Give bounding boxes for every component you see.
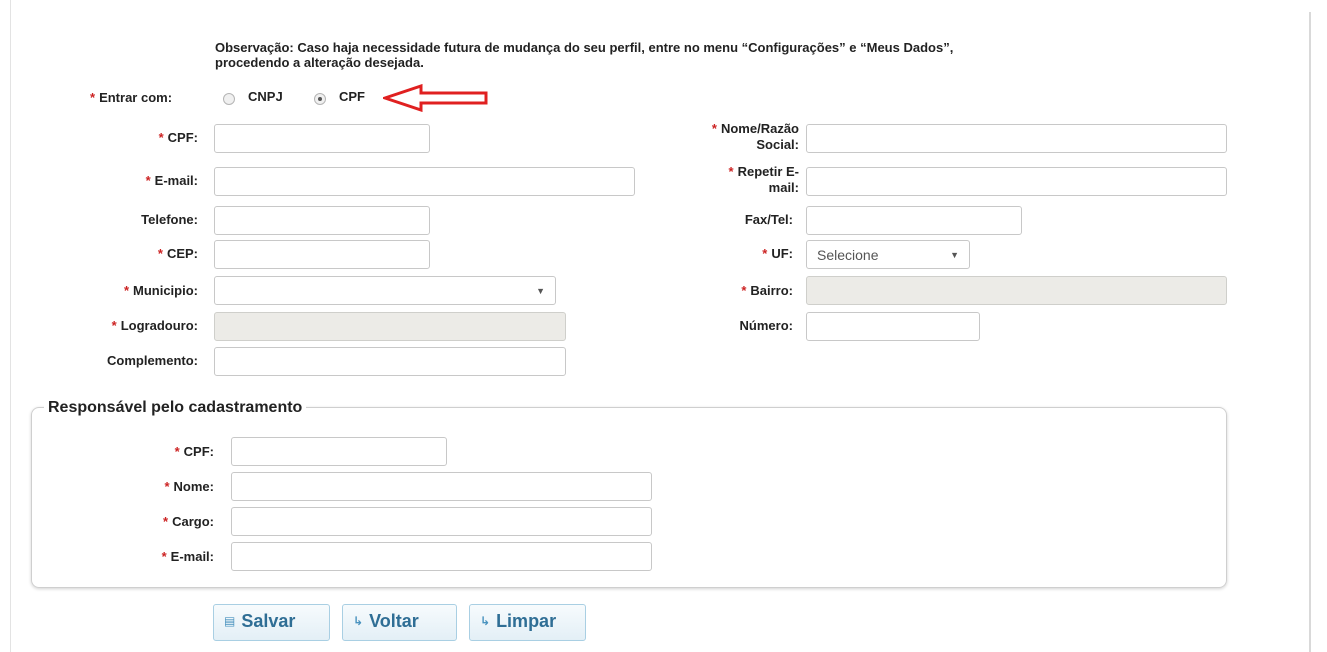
repetir-email-input[interactable] [806,167,1227,196]
required-mark: * [145,173,151,188]
cpf-label: * CPF: [120,130,198,146]
required-mark: * [111,318,117,333]
email-input[interactable] [214,167,635,196]
observation-line-2: procedendo a alteração desejada. [215,55,424,70]
cnpj-radio-label[interactable]: CNPJ [248,89,283,104]
nome-razao-label: * Nome/Razão Social: [678,121,799,153]
bairro-input [806,276,1227,305]
resp-nome-input[interactable] [231,472,652,501]
required-mark: * [163,514,169,529]
required-mark: * [164,479,170,494]
municipio-label-text: Municipio: [133,283,198,298]
uf-select-value: Selecione [817,247,879,263]
nome-razao-input[interactable] [806,124,1227,153]
required-mark: * [161,549,167,564]
uf-label-text: UF: [771,246,793,261]
observation-note: Observação: Caso haja necessidade futura… [215,40,953,70]
repetir-email-line-2: mail: [768,180,799,195]
resp-email-input[interactable] [231,542,652,571]
resp-nome-label: * Nome: [120,479,214,495]
email-label-text: E-mail: [154,173,198,188]
resp-nome-label-text: Nome: [173,479,214,494]
cnpj-radio[interactable] [223,93,235,105]
fax-input[interactable] [806,206,1022,235]
complemento-label: Complemento: [70,353,198,369]
required-mark: * [741,283,747,298]
uf-label: * UF: [720,246,793,262]
required-mark: * [728,164,734,179]
complemento-label-text: Complemento: [107,353,198,368]
required-mark: * [123,283,129,298]
fax-label-text: Fax/Tel: [744,212,793,227]
complemento-input[interactable] [214,347,566,376]
page-right-border [1309,12,1311,652]
cep-label-text: CEP: [166,246,198,261]
required-mark: * [174,444,180,459]
cpf-radio[interactable] [314,93,326,105]
required-mark: * [762,246,768,261]
salvar-button-label: Salvar [241,611,296,631]
entrar-com-text: Entrar com: [99,90,173,105]
radio-selected-dot [318,97,322,101]
numero-label: Número: [700,318,793,334]
responsavel-legend: Responsável pelo cadastramento [44,399,307,417]
repetir-email-line-1: Repetir E- [737,164,799,179]
municipio-select[interactable]: ▼ [214,276,556,305]
repetir-email-label: * Repetir E- mail: [678,164,799,196]
limpar-button[interactable]: ↳ Limpar [469,604,586,641]
limpar-button-label: Limpar [496,611,557,631]
bairro-label-text: Bairro: [750,283,793,298]
telefone-label: Telefone: [100,212,198,228]
uf-select[interactable]: Selecione ▼ [806,240,970,269]
resp-email-label-text: E-mail: [170,549,214,564]
cpf-input[interactable] [214,124,430,153]
logradouro-input [214,312,566,341]
municipio-label: * Municipio: [90,283,198,299]
fax-label: Fax/Tel: [700,212,793,228]
required-mark: * [158,130,164,145]
nome-razao-line-2: Social: [756,137,799,152]
red-arrow-annotation-icon [383,84,488,112]
resp-email-label: * E-mail: [120,549,214,565]
nome-razao-line-1: Nome/Razão [720,121,799,136]
caret-down-icon: ▼ [950,250,959,260]
entrar-com-label: * Entrar com: [90,90,172,106]
numero-label-text: Número: [739,318,793,333]
salvar-button[interactable]: ▤ Salvar [213,604,330,641]
numero-input[interactable] [806,312,980,341]
observation-line-1: Observação: Caso haja necessidade futura… [215,40,954,55]
resp-cargo-input[interactable] [231,507,652,536]
resp-cargo-label-text: Cargo: [172,514,214,529]
telefone-label-text: Telefone: [141,212,198,227]
return-arrow-icon: ↳ [480,614,491,628]
caret-down-icon: ▼ [536,286,545,296]
cep-input[interactable] [214,240,430,269]
floppy-disk-icon: ▤ [224,614,236,628]
cpf-label-text: CPF: [167,130,198,145]
voltar-button-label: Voltar [369,611,419,631]
telefone-input[interactable] [214,206,430,235]
page-left-border [10,0,11,652]
email-label: * E-mail: [120,173,198,189]
required-mark: * [157,246,163,261]
resp-cpf-label: * CPF: [130,444,214,460]
cep-label: * CEP: [120,246,198,262]
required-mark: * [90,90,96,105]
logradouro-label: * Logradouro: [80,318,198,334]
resp-cpf-input[interactable] [231,437,447,466]
return-arrow-icon: ↳ [353,614,364,628]
resp-cargo-label: * Cargo: [120,514,214,530]
voltar-button[interactable]: ↳ Voltar [342,604,457,641]
cpf-radio-label[interactable]: CPF [339,89,365,104]
resp-cpf-label-text: CPF: [183,444,214,459]
bairro-label: * Bairro: [700,283,793,299]
required-mark: * [711,121,717,136]
logradouro-label-text: Logradouro: [120,318,198,333]
